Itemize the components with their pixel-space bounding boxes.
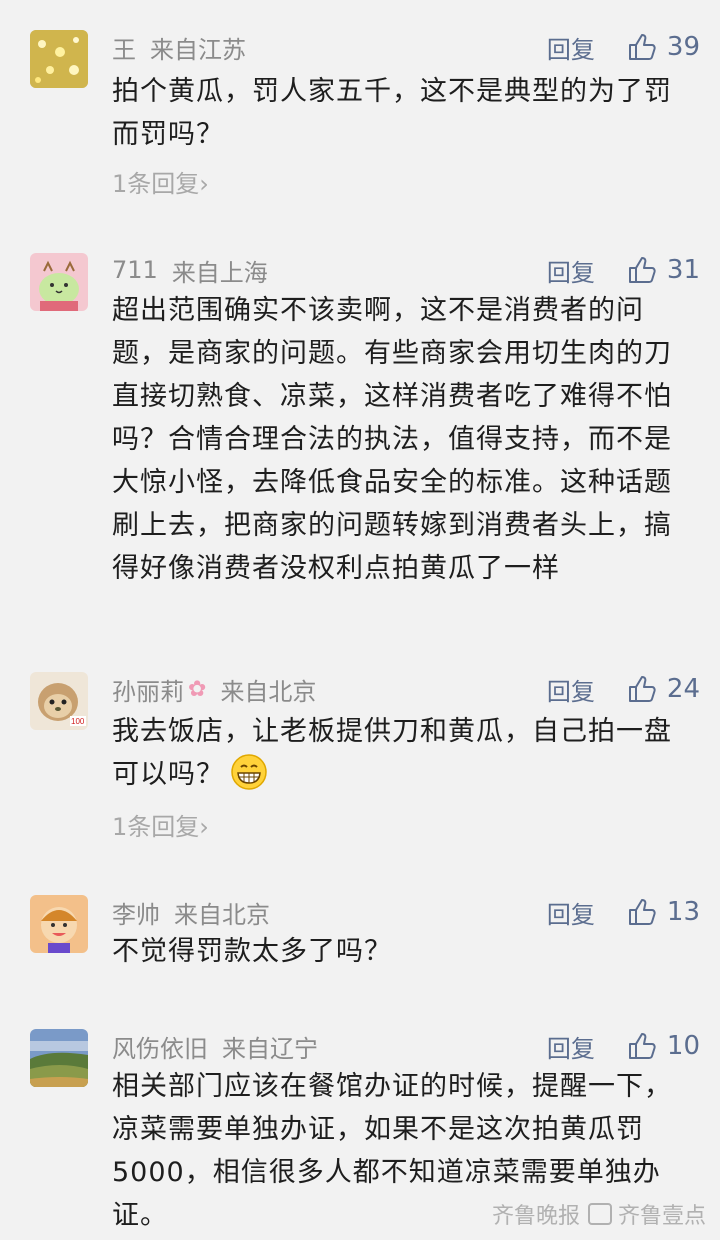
svg-text:100: 100 xyxy=(71,717,85,726)
thumbs-up-icon xyxy=(628,676,656,702)
location-label: 来自北京 xyxy=(220,677,317,706)
comment-header: 711 来自上海 xyxy=(112,253,268,287)
chevron-right-icon: › xyxy=(199,813,209,841)
username[interactable]: 王 xyxy=(112,30,136,65)
location-label: 来自江苏 xyxy=(150,35,246,64)
like-button[interactable]: 39 xyxy=(627,32,700,62)
cherry-blossom-icon: ✿ xyxy=(188,676,207,702)
thumbs-up-icon xyxy=(628,899,656,925)
comment-text: 不觉得罚款太多了吗？ xyxy=(112,936,392,967)
comment-actions: 回复 13 xyxy=(547,895,700,929)
comment-header: 孙丽莉 ✿ 来自北京 xyxy=(112,672,316,706)
view-replies-link[interactable]: 1条回复› xyxy=(112,807,209,842)
replies-label: 1条回复 xyxy=(112,813,200,841)
comment-header: 风伤依旧 来自辽宁 xyxy=(112,1029,318,1063)
reply-button[interactable]: 回复 xyxy=(547,253,595,288)
brand-logo-icon xyxy=(587,1203,612,1225)
username[interactable]: 孙丽莉 xyxy=(112,672,184,707)
view-replies-link[interactable]: 1条回复› xyxy=(112,164,209,199)
reply-button[interactable]: 回复 xyxy=(547,1029,595,1064)
reply-button[interactable]: 回复 xyxy=(547,895,595,930)
like-count: 24 xyxy=(666,674,700,704)
avatar[interactable] xyxy=(30,895,88,953)
thumbs-up-icon xyxy=(628,1033,656,1059)
comment-text: 超出范围确实不该卖啊，这不是消费者的问题，是商家的问题。有些商家会用切生肉的刀直… xyxy=(112,295,672,584)
avatar[interactable] xyxy=(30,30,88,88)
reply-button[interactable]: 回复 xyxy=(547,30,595,65)
thumbs-up-icon xyxy=(628,34,656,60)
username[interactable]: 风伤依旧 xyxy=(112,1029,208,1064)
watermark-brand-2: 齐鲁壹点 xyxy=(617,1204,706,1229)
comment-actions: 回复 24 xyxy=(547,672,700,706)
chevron-right-icon: › xyxy=(199,170,209,198)
like-count: 39 xyxy=(666,32,700,62)
grinning-face-icon xyxy=(231,754,267,790)
username[interactable]: 711 xyxy=(112,256,158,284)
avatar[interactable] xyxy=(30,253,88,311)
replies-label: 1条回复 xyxy=(112,170,200,198)
comment-text: 我去饭店，让老板提供刀和黄瓜，自己拍一盘可以吗？ xyxy=(112,710,692,796)
location-label: 来自辽宁 xyxy=(222,1034,318,1063)
like-count: 10 xyxy=(666,1031,700,1061)
comment-actions: 回复 31 xyxy=(547,253,700,287)
comment-text-content: 我去饭店，让老板提供刀和黄瓜，自己拍一盘可以吗？ xyxy=(112,716,672,790)
watermark: 齐鲁晚报 齐鲁壹点 xyxy=(492,1198,706,1230)
like-button[interactable]: 13 xyxy=(627,897,700,927)
like-count: 13 xyxy=(666,897,700,927)
comment-header: 王 来自江苏 xyxy=(112,30,246,64)
reply-button[interactable]: 回复 xyxy=(547,672,595,707)
location-label: 来自上海 xyxy=(171,258,268,287)
watermark-brand-1: 齐鲁晚报 xyxy=(491,1204,580,1229)
avatar[interactable] xyxy=(30,1029,88,1087)
like-button[interactable]: 31 xyxy=(627,255,700,285)
comment-actions: 回复 10 xyxy=(547,1029,700,1063)
comment-actions: 回复 39 xyxy=(547,30,700,64)
comment-header: 李帅 来自北京 xyxy=(112,895,270,929)
location-label: 来自北京 xyxy=(174,900,270,929)
like-button[interactable]: 24 xyxy=(627,674,700,704)
like-button[interactable]: 10 xyxy=(627,1031,700,1061)
avatar[interactable]: 100 xyxy=(30,672,88,730)
comment-text: 拍个黄瓜，罚人家五千，这不是典型的为了罚而罚吗？ xyxy=(112,76,672,150)
username[interactable]: 李帅 xyxy=(112,895,160,930)
thumbs-up-icon xyxy=(628,257,656,283)
like-count: 31 xyxy=(666,255,700,285)
